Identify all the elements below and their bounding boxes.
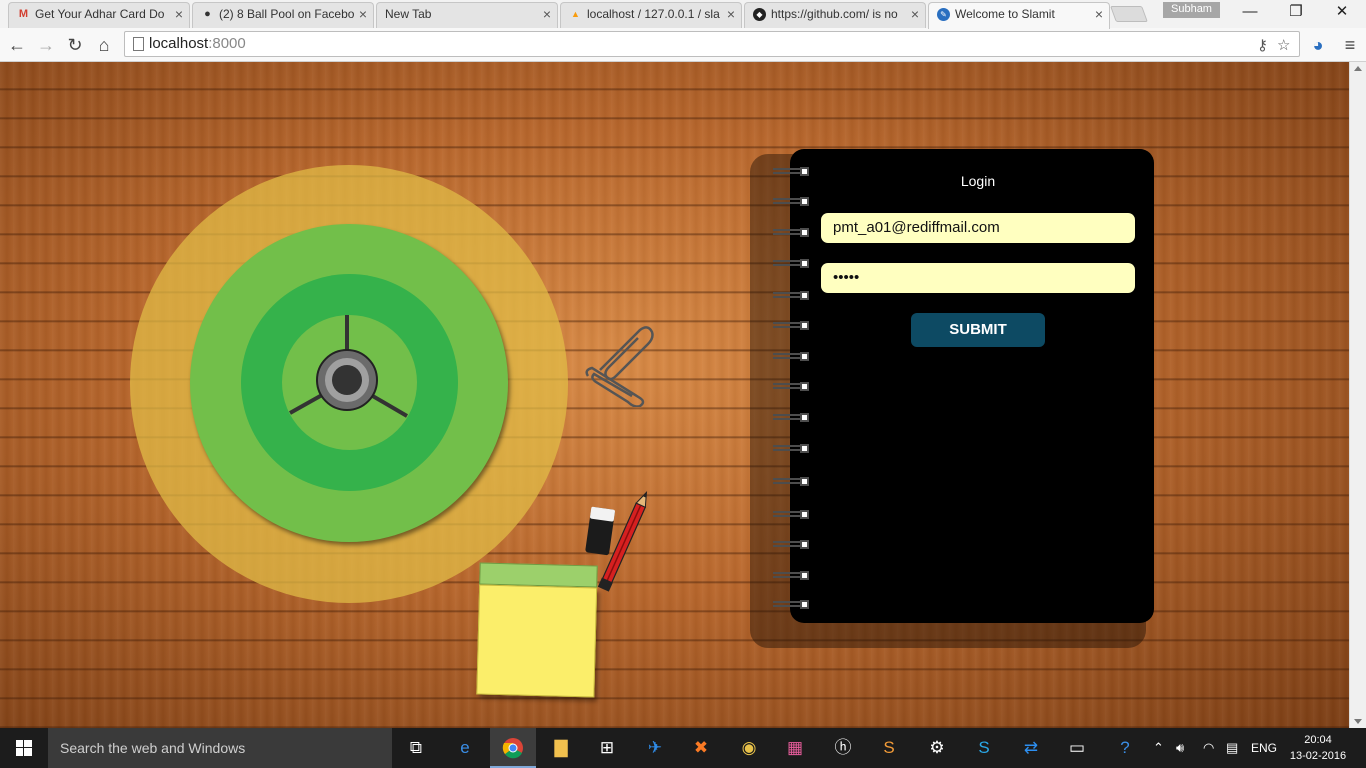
tab-gmail[interactable]: M Get Your Adhar Card Do × (8, 2, 190, 28)
key-icon[interactable]: ⚷ (1257, 36, 1268, 54)
paperclips (585, 326, 654, 407)
notebook-ring (773, 197, 809, 206)
browser-toolbar: ← → ↻ ⌂ localhost:8000 ⚷ ☆ ◕ ≡ (0, 28, 1366, 62)
url-host: localhost (149, 35, 209, 52)
close-tab-icon[interactable]: × (1095, 3, 1103, 25)
tab-github[interactable]: ◆ https://github.com/ is no × (744, 2, 926, 28)
notebook-ring (773, 291, 809, 300)
close-tab-icon[interactable]: × (911, 3, 919, 25)
page-scrollbar[interactable] (1349, 62, 1366, 728)
tab-welcome-to-slamit[interactable]: ✎ Welcome to Slamit × (928, 2, 1110, 29)
chevron-up-icon[interactable]: ⌃ (1153, 728, 1164, 768)
close-tab-icon[interactable]: × (727, 3, 735, 25)
volume-icon[interactable]: 🔊︎ (1176, 728, 1184, 768)
hp-icon[interactable]: ⓗ (820, 728, 866, 768)
notebook-ring (773, 259, 809, 268)
8ball-icon: ● (204, 8, 211, 20)
pencil (597, 490, 648, 592)
notebook-ring (773, 477, 809, 486)
notebook-ring (773, 510, 809, 519)
taskbar-clock[interactable]: 20:04 13-02-2016 (1288, 732, 1348, 764)
notebook-ring (773, 413, 809, 422)
url-text[interactable]: localhost:8000 (149, 35, 246, 52)
address-bar[interactable]: localhost:8000 ⚷ ☆ (124, 31, 1300, 57)
app-icon[interactable]: ✈ (632, 728, 678, 768)
windows-logo-icon (16, 740, 32, 756)
notebook-ring (773, 321, 809, 330)
new-tab-button[interactable] (1110, 6, 1148, 22)
login-title: Login (960, 173, 996, 189)
restore-icon[interactable]: ❐ (1273, 0, 1319, 26)
close-tab-icon[interactable]: × (543, 3, 551, 25)
slamit-icon: ✎ (937, 8, 950, 21)
action-center-icon[interactable]: ▤ (1226, 728, 1238, 768)
terminal-icon[interactable]: ▭ (1054, 728, 1100, 768)
edge-icon[interactable]: e (442, 728, 488, 768)
forward-icon[interactable]: → (34, 33, 58, 57)
tab-title: (2) 8 Ball Pool on Facebo (219, 7, 355, 21)
sticky-note (476, 562, 598, 699)
close-tab-icon[interactable]: × (359, 3, 367, 25)
page-icon (133, 37, 144, 51)
chrome-icon[interactable] (490, 728, 536, 768)
steam-icon[interactable]: ⚙ (914, 728, 960, 768)
task-view-icon[interactable]: ⧉ (393, 728, 439, 768)
notebook-ring (773, 571, 809, 580)
tab-8-ball-pool[interactable]: ● (2) 8 Ball Pool on Facebo × (192, 2, 374, 28)
sublime-icon[interactable]: S (866, 728, 912, 768)
notebook-ring (773, 382, 809, 391)
tab-strip: M Get Your Adhar Card Do × ● (2) 8 Ball … (0, 0, 1366, 29)
submit-button[interactable]: SUBMIT (911, 313, 1045, 347)
clock-time: 20:04 (1304, 734, 1332, 746)
tab-title: New Tab (385, 7, 432, 21)
extension-icon[interactable]: ◕ (1306, 33, 1330, 57)
notebook-ring (773, 352, 809, 361)
store-icon[interactable]: ⊞ (584, 728, 630, 768)
tab-title: Get Your Adhar Card Do (35, 7, 165, 21)
wifi-icon[interactable]: ◠ (1203, 728, 1214, 768)
profile-badge[interactable]: Subham (1163, 2, 1220, 18)
windows-taskbar: Search the web and Windows ⧉ e ▇ ⊞ ✈ ✖ ◉… (0, 728, 1366, 768)
close-window-icon[interactable]: ✕ (1319, 0, 1365, 26)
gmail-icon: M (18, 8, 29, 20)
reload-icon[interactable]: ↻ (63, 33, 87, 57)
tab-new-tab[interactable]: New Tab × (376, 2, 558, 28)
notebook-ring (773, 600, 809, 609)
page-viewport: Login SUBMIT (0, 62, 1366, 728)
home-icon[interactable]: ⌂ (92, 33, 116, 57)
phpmyadmin-icon: ▲ (571, 9, 580, 19)
scroll-up-icon[interactable] (1354, 66, 1362, 71)
sticky-note-top (479, 562, 598, 588)
password-field[interactable] (821, 263, 1135, 293)
scroll-down-icon[interactable] (1354, 719, 1362, 724)
tab-phpmyadmin[interactable]: ▲ localhost / 127.0.0.1 / sla × (560, 2, 742, 28)
minimize-icon[interactable]: — (1227, 0, 1273, 26)
language-indicator[interactable]: ENG (1251, 728, 1277, 768)
email-field[interactable] (821, 213, 1135, 243)
clock-date: 13-02-2016 (1289, 750, 1347, 762)
menu-icon[interactable]: ≡ (1338, 33, 1362, 57)
tab-title: Welcome to Slamit (955, 7, 1055, 21)
teamviewer-icon[interactable]: ⇄ (1008, 728, 1054, 768)
start-button[interactable] (0, 728, 48, 768)
notebook-ring (773, 444, 809, 453)
app-icon[interactable]: ◉ (726, 728, 772, 768)
file-explorer-icon[interactable]: ▇ (538, 728, 584, 768)
bookmark-star-icon[interactable]: ☆ (1277, 36, 1290, 54)
skype-icon[interactable]: S (961, 728, 1007, 768)
notebook-ring (773, 540, 809, 549)
back-icon[interactable]: ← (5, 33, 29, 57)
xampp-icon[interactable]: ✖ (678, 728, 724, 768)
taskbar-search[interactable]: Search the web and Windows (48, 728, 392, 768)
tab-title: https://github.com/ is no (771, 7, 898, 21)
sticky-note-body (476, 584, 598, 698)
close-tab-icon[interactable]: × (175, 3, 183, 25)
help-icon[interactable]: ? (1102, 728, 1148, 768)
notebook-ring (773, 228, 809, 237)
disc-spindle (289, 315, 409, 418)
tab-title: localhost / 127.0.0.1 / sla (587, 7, 720, 21)
github-icon: ◆ (753, 8, 766, 21)
url-port: :8000 (208, 35, 246, 52)
app-icon[interactable]: ▦ (772, 728, 818, 768)
